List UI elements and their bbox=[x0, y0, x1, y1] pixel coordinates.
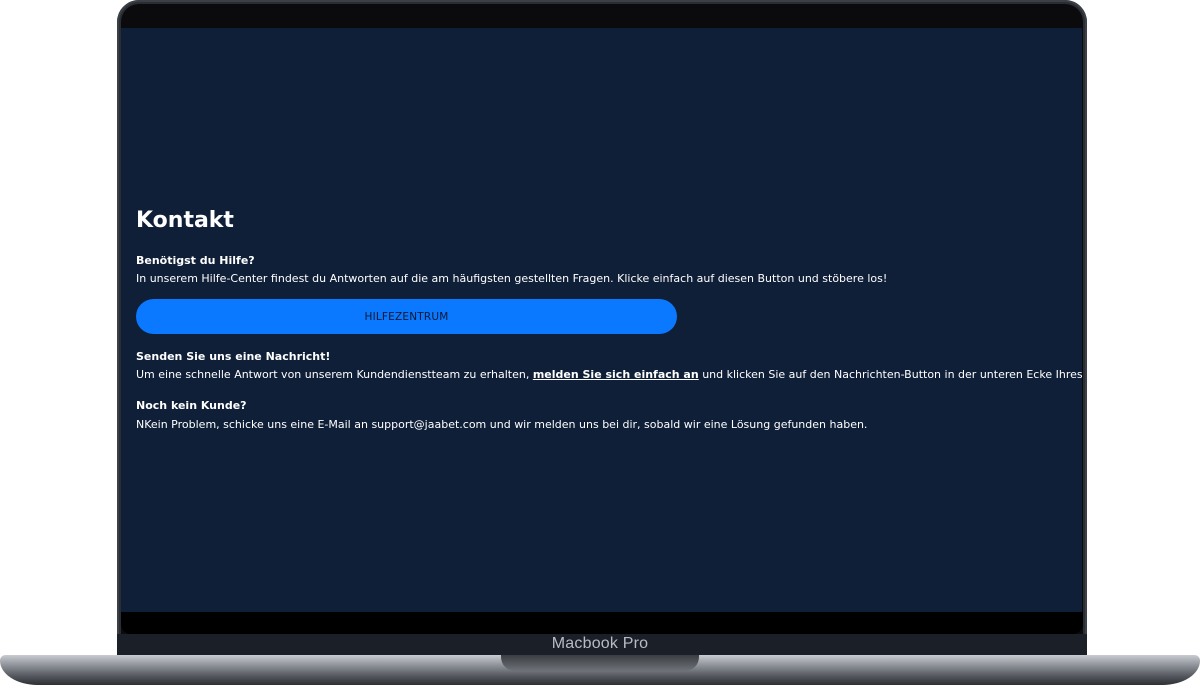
page-title: Kontakt bbox=[136, 208, 234, 233]
no-customer-heading: Noch kein Kunde? bbox=[136, 399, 247, 412]
message-heading: Senden Sie uns eine Nachricht! bbox=[136, 350, 331, 363]
message-text-after: und klicken Sie auf den Nachrichten-Butt… bbox=[702, 368, 1082, 381]
help-center-button[interactable]: HILFEZENTRUM bbox=[136, 299, 677, 334]
message-text: Um eine schnelle Antwort von unserem Kun… bbox=[136, 368, 1082, 381]
device-model-label: Macbook Pro bbox=[551, 635, 649, 652]
laptop-screen: Kontakt Benötigst du Hilfe? In unserem H… bbox=[121, 28, 1082, 612]
laptop-hinge-notch bbox=[501, 655, 699, 671]
laptop-mockup: Kontakt Benötigst du Hilfe? In unserem H… bbox=[0, 0, 1200, 692]
no-customer-text: NKein Problem, schicke uns eine E-Mail a… bbox=[136, 418, 868, 431]
login-link[interactable]: melden Sie sich einfach an bbox=[533, 368, 699, 381]
help-text: In unserem Hilfe-Center findest du Antwo… bbox=[136, 272, 888, 285]
message-text-before: Um eine schnelle Antwort von unserem Kun… bbox=[136, 368, 533, 381]
laptop-bottom-bezel bbox=[121, 612, 1083, 634]
help-heading: Benötigst du Hilfe? bbox=[136, 254, 255, 267]
